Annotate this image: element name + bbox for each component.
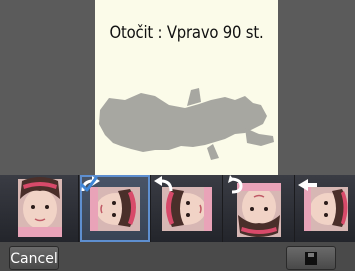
thumbnail-image bbox=[18, 177, 62, 237]
thumb-original[interactable] bbox=[0, 175, 79, 242]
preview-canvas: Otočit : Vpravo 90 st. bbox=[95, 0, 278, 175]
floppy-disk-slot bbox=[308, 253, 314, 257]
thumb-rotate-180[interactable] bbox=[224, 175, 295, 242]
thumb-rotate-left[interactable] bbox=[152, 175, 223, 242]
left-pane bbox=[0, 0, 95, 175]
right-pane bbox=[278, 0, 355, 175]
rotate-180-icon bbox=[228, 175, 243, 194]
bottom-toolbar: Cancel bbox=[0, 242, 355, 271]
rotation-status-label: Otočit : Vpravo 90 st. bbox=[109, 23, 264, 42]
flip-horizontal-icon bbox=[298, 179, 317, 191]
thumb-rotate-right[interactable] bbox=[80, 175, 151, 242]
photo-rotate-screen: Otočit : Vpravo 90 st. Cancel bbox=[0, 0, 355, 271]
thumbnail-strip bbox=[0, 175, 355, 242]
cancel-button[interactable]: Cancel bbox=[9, 246, 59, 270]
thumb-flip[interactable] bbox=[296, 175, 355, 242]
save-button[interactable] bbox=[286, 246, 336, 270]
checkmark-icon bbox=[80, 176, 98, 192]
rotate-left-icon bbox=[154, 176, 173, 192]
